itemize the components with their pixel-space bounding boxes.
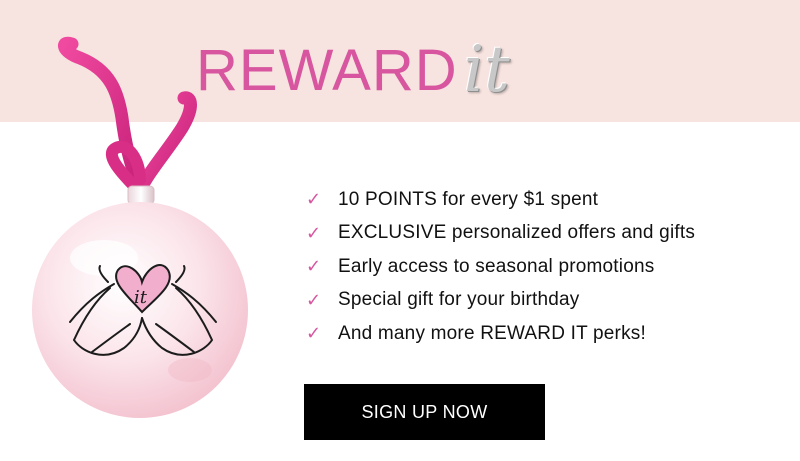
benefit-item: ✓ Early access to seasonal promotions [306, 250, 786, 284]
heart-hands-ornament-icon [32, 36, 248, 418]
benefit-item: ✓ EXCLUSIVE personalized offers and gift… [306, 217, 786, 251]
benefit-text: EXCLUSIVE personalized offers and gifts [338, 222, 696, 244]
check-icon: ✓ [306, 289, 322, 311]
sign-up-button[interactable]: SIGN UP NOW [304, 384, 545, 440]
ornament-it-logo: it [134, 287, 147, 308]
benefit-text: 10 POINTS for every $1 spent [338, 188, 599, 210]
benefit-item: ✓ Special gift for your birthday [306, 284, 786, 318]
benefit-text: Early access to seasonal promotions [338, 255, 655, 277]
check-icon: ✓ [306, 189, 322, 211]
benefit-text: And many more REWARD IT perks! [338, 322, 646, 344]
brand-it-script: it [463, 33, 510, 107]
benefits-list: ✓ 10 POINTS for every $1 spent ✓ EXCLUSI… [306, 183, 786, 351]
benefit-item: ✓ And many more REWARD IT perks! [306, 317, 786, 351]
check-icon: ✓ [306, 256, 322, 278]
benefit-text: Special gift for your birthday [338, 289, 580, 311]
benefit-item: ✓ 10 POINTS for every $1 spent [306, 183, 786, 217]
check-icon: ✓ [306, 222, 322, 244]
check-icon: ✓ [306, 323, 322, 345]
ornament-illustration: it [0, 0, 280, 461]
